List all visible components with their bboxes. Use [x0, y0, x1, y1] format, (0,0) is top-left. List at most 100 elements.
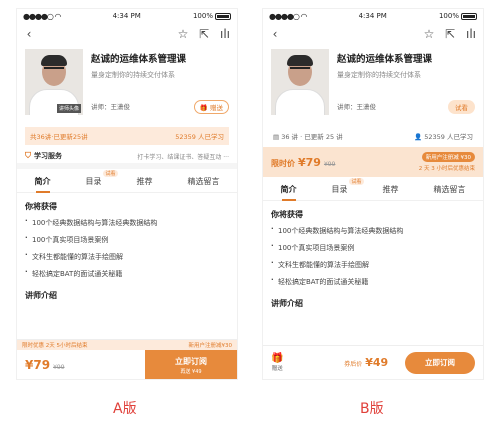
battery: 100%: [439, 12, 477, 20]
photo-glasses: [44, 67, 64, 72]
photo-tag: 讲师头像: [56, 104, 81, 113]
current-price: ¥79: [25, 358, 51, 372]
list-item: 文科生都能懂的算法手绘图解: [271, 259, 475, 270]
battery-icon: [460, 12, 477, 20]
stats-lessons: 共36讲·已更新25讲: [30, 133, 88, 141]
tab-recommend[interactable]: 推荐: [381, 184, 401, 195]
version-label-b: B版: [360, 401, 384, 417]
course-stats: 共36讲·已更新25讲 52359 人已学习: [25, 127, 229, 145]
star-icon[interactable]: ☆: [423, 27, 435, 41]
promo-strip: 限时优惠 2天 5小时后结束 新用户注册减¥30: [17, 340, 237, 350]
teacher-photo: [271, 49, 329, 115]
status-bar: ●●●●○ ◠ 4:34 PM 100%: [263, 9, 483, 23]
course-stats: ▤ 36 讲 · 已更新 25 讲 👤 52359 人已学习: [271, 127, 475, 145]
intro-title: 讲师介绍: [25, 291, 57, 300]
gift-icon: 🎁: [271, 353, 284, 364]
course-subtitle: 量身定制你的持续交付体系: [337, 71, 421, 79]
list-item: 100个真实项目场景案例: [25, 234, 229, 245]
original-price: ¥99: [53, 364, 65, 371]
nav-bar: ‹ ☆ ⇱ ılı: [263, 23, 483, 45]
tab-bar: 简介 目录 试看 推荐 精选留言: [17, 170, 237, 193]
teacher-name: 讲师：王潇俊: [337, 103, 376, 111]
stats-lessons: ▤ 36 讲 · 已更新 25 讲: [273, 133, 343, 141]
list-item: 轻松搞定BAT的面试通关秘籍: [25, 268, 229, 279]
final-price-block: 券后价 ¥49: [344, 356, 388, 369]
battery-percent: 100%: [192, 12, 213, 20]
stats-learners: 👤 52359 人已学习: [414, 133, 473, 141]
tab-comments[interactable]: 精选留言: [186, 176, 222, 187]
teacher-name: 讲师：王潇俊: [91, 103, 130, 111]
trial-button[interactable]: 试看: [448, 100, 475, 114]
gift-label: 赠送: [271, 366, 283, 372]
stats-lessons-label: 36 讲 · 已更新 25 讲: [281, 133, 343, 141]
subscribe-button[interactable]: 立即订阅: [405, 351, 475, 374]
course-title: 赵诚的运维体系管理课: [91, 54, 187, 65]
teacher-photo: 讲师头像: [25, 49, 83, 115]
tab-catalog[interactable]: 目录 试看: [330, 178, 364, 195]
promo-price-block: 限时价 ¥79 ¥99: [271, 156, 335, 169]
promo-label: 限时价: [271, 158, 295, 168]
service-items: 打卡学习、结课证书、答疑互动 ···: [137, 153, 229, 161]
list-item: 轻松搞定BAT的面试通关秘籍: [271, 276, 475, 287]
bottom-bar: 🎁 赠送 券后价 ¥49 立即订阅: [263, 345, 483, 379]
status-time: 4:34 PM: [358, 12, 387, 20]
tab-catalog-label: 目录: [331, 185, 348, 194]
promo-banner: 限时价 ¥79 ¥99 新用户注册减 ¥30 2 天 3 小时后优惠结束: [263, 147, 483, 177]
share-icon[interactable]: ⇱: [444, 27, 456, 41]
photo-glasses: [290, 67, 310, 72]
phone-variant-b: ●●●●○ ◠ 4:34 PM 100% ‹ ☆ ⇱ ılı 赵诚的运维体系管理…: [262, 8, 484, 380]
tab-bar: 简介 目录 试看 推荐 精选留言: [263, 178, 483, 201]
gift-button[interactable]: 🎁 赠送: [271, 353, 283, 372]
stats-icon[interactable]: ılı: [219, 27, 231, 41]
gift-button[interactable]: 🎁 赠送: [193, 100, 229, 114]
learning-service[interactable]: ⛉ 学习服务 打卡学习、结课证书、答疑互动 ···: [17, 149, 237, 169]
gains-list: 100个经典数据结构与算法经典数据结构 100个真实项目场景案例 文科生都能懂的…: [271, 225, 475, 287]
back-icon[interactable]: ‹: [269, 27, 281, 41]
signal-icon: ●●●●○ ◠: [23, 11, 61, 21]
list-item: 100个真实项目场景案例: [271, 242, 475, 253]
battery: 100%: [193, 12, 231, 20]
tab-intro[interactable]: 简介: [33, 176, 53, 193]
promo-new-user: 新用户注册减¥30: [188, 343, 233, 349]
tab-recommend[interactable]: 推荐: [135, 176, 155, 187]
status-time: 4:34 PM: [112, 12, 141, 20]
intro-title: 讲师介绍: [271, 299, 303, 308]
subscribe-button[interactable]: 立即订阅 再送 ¥49: [145, 350, 237, 379]
list-item: 100个经典数据结构与算法经典数据结构: [25, 217, 229, 228]
section-title: 你将获得: [21, 199, 229, 212]
share-icon[interactable]: ⇱: [198, 27, 210, 41]
stats-icon[interactable]: ılı: [465, 27, 477, 41]
status-bar: ●●●●○ ◠ 4:34 PM 100%: [17, 9, 237, 23]
bottom-row: ¥79 ¥99 立即订阅 再送 ¥49: [17, 350, 237, 379]
subscribe-label: 立即订阅: [175, 356, 207, 366]
photo-hair: [41, 55, 67, 66]
trial-badge: 试看: [103, 170, 118, 177]
shield-icon: ⛉: [25, 151, 31, 160]
course-subtitle: 量身定制你的持续交付体系: [91, 71, 175, 79]
tab-comments[interactable]: 精选留言: [432, 184, 468, 195]
signal-icon: ●●●●○ ◠: [269, 11, 307, 21]
bottom-bar: 限时优惠 2天 5小时后结束 新用户注册减¥30 ¥79 ¥99 立即订阅 再送…: [17, 339, 237, 379]
gains-section: 你将获得 100个经典数据结构与算法经典数据结构 100个真实项目场景案例 文科…: [17, 193, 237, 279]
battery-icon: [214, 12, 231, 20]
trial-badge: 试看: [349, 178, 364, 185]
new-user-badge: 新用户注册减 ¥30: [421, 152, 475, 162]
promo-right: 新用户注册减 ¥30 2 天 3 小时后优惠结束: [419, 152, 475, 172]
tab-catalog[interactable]: 目录 试看: [84, 170, 118, 187]
nav-bar: ‹ ☆ ⇱ ılı: [17, 23, 237, 45]
section-title: 你将获得: [267, 207, 475, 220]
price-block: ¥79 ¥99: [25, 358, 65, 372]
service-title-label: 学习服务: [34, 152, 62, 160]
gains-list: 100个经典数据结构与算法经典数据结构 100个真实项目场景案例 文科生都能懂的…: [25, 217, 229, 279]
list-item: 文科生都能懂的算法手绘图解: [25, 251, 229, 262]
promo-countdown: 限时优惠 2天 5小时后结束: [22, 343, 88, 349]
star-icon[interactable]: ☆: [177, 27, 189, 41]
final-price-label: 券后价: [344, 361, 363, 368]
tab-intro[interactable]: 简介: [279, 184, 299, 201]
course-header: 赵诚的运维体系管理课 量身定制你的持续交付体系 讲师：王潇俊 试看: [263, 45, 483, 123]
subscribe-sub: 再送 ¥49: [180, 368, 202, 375]
final-price: ¥49: [365, 356, 389, 369]
promo-price: ¥79: [298, 155, 321, 169]
back-icon[interactable]: ‹: [23, 27, 35, 41]
stats-learners-label: 52359 人已学习: [424, 133, 473, 141]
